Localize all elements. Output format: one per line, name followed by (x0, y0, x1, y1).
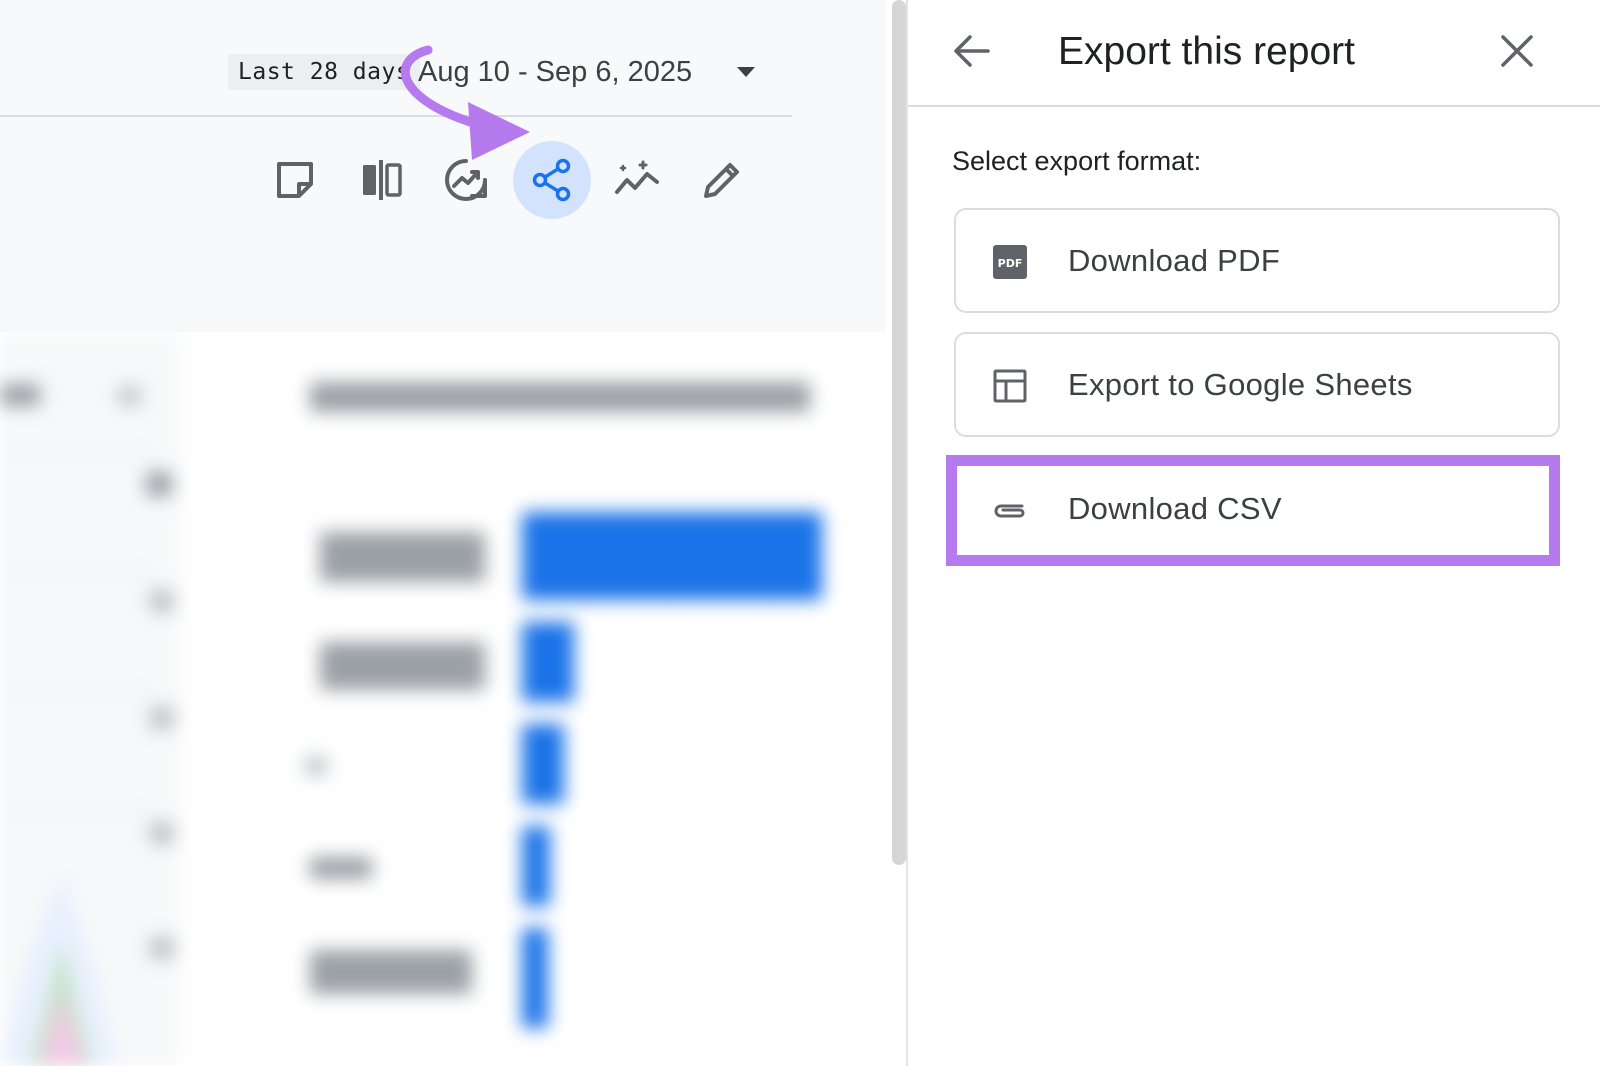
download-csv-label: Download CSV (1068, 491, 1282, 526)
panel-title: Export this report (1058, 30, 1355, 73)
scrollbar-thumb[interactable] (892, 0, 906, 865)
paperclip-icon (994, 504, 1025, 518)
compare-icon (363, 160, 402, 200)
close-icon (1501, 35, 1533, 67)
pencil-icon (704, 163, 739, 198)
export-panel: Export this report Select export format:… (906, 0, 1600, 1066)
note-icon (277, 162, 313, 198)
report-pane: Last 28 days Aug 10 - Sep 6, 2025 (0, 0, 886, 1066)
export-panel-header: Export this report (908, 0, 1600, 107)
sparkle-trend-icon (615, 160, 659, 194)
edit-report-button[interactable] (683, 141, 761, 219)
export-google-sheets-option[interactable]: Export to Google Sheets (954, 332, 1560, 437)
header-divider (0, 115, 792, 117)
download-csv-option[interactable]: Download CSV (954, 456, 1560, 561)
date-dropdown-caret-icon[interactable] (737, 67, 755, 77)
svg-text:PDF: PDF (998, 257, 1023, 270)
close-button[interactable] (1487, 21, 1547, 81)
download-pdf-label: Download PDF (1068, 243, 1281, 278)
download-pdf-option[interactable]: PDF Download PDF (954, 208, 1560, 313)
export-google-sheets-label: Export to Google Sheets (1068, 367, 1413, 402)
arrow-back-icon (954, 35, 990, 67)
insights-icon (445, 159, 487, 201)
share-icon (532, 158, 571, 202)
table-icon (993, 369, 1027, 403)
report-content-card (0, 332, 886, 1066)
insights-button[interactable] (427, 141, 505, 219)
date-preset-chip[interactable]: Last 28 days (228, 54, 421, 90)
trend-analysis-button[interactable] (598, 141, 676, 219)
add-note-button[interactable] (256, 141, 334, 219)
share-button[interactable] (513, 141, 591, 219)
export-format-label: Select export format: (952, 146, 1202, 176)
blurred-bar-chart (0, 332, 822, 1066)
pdf-icon: PDF (993, 245, 1027, 279)
back-button[interactable] (942, 21, 1002, 81)
date-range-label[interactable]: Aug 10 - Sep 6, 2025 (418, 50, 692, 94)
compare-button[interactable] (342, 141, 420, 219)
